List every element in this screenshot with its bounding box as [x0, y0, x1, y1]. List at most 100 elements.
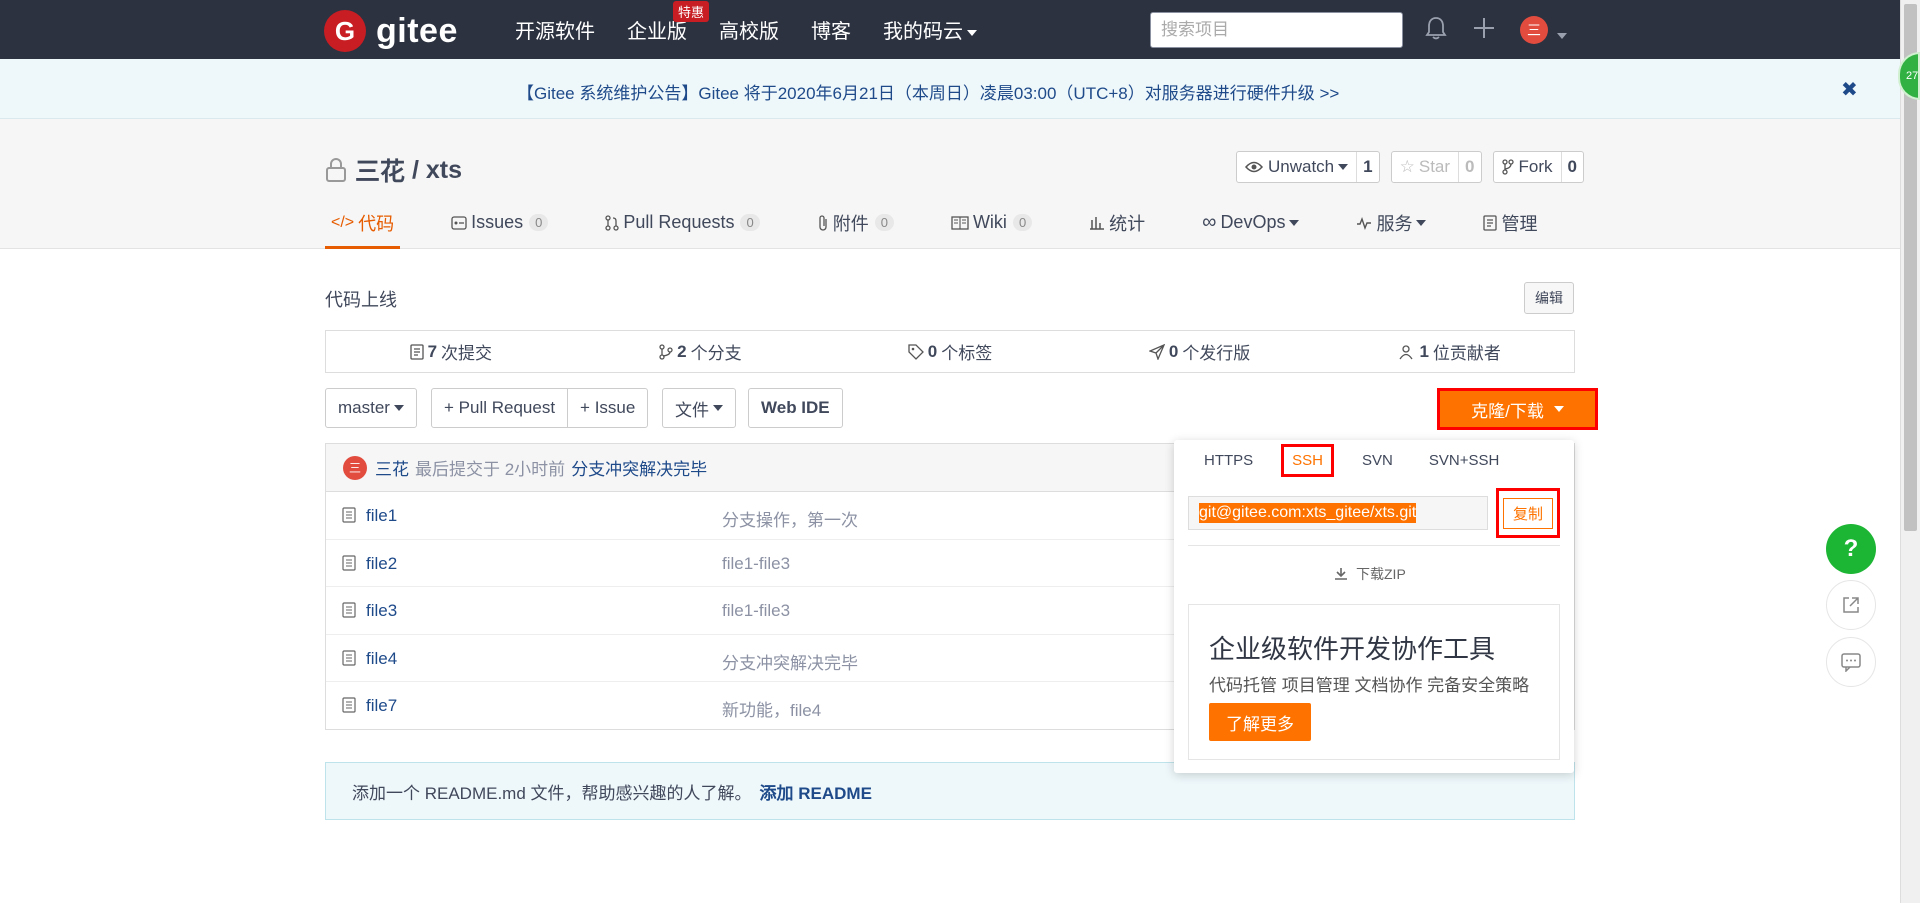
file-name-link[interactable]: file1: [366, 506, 397, 526]
watch-button[interactable]: Unwatch 1: [1236, 151, 1380, 183]
tab-issues-label: Issues: [471, 212, 524, 232]
tab-devops-label: DevOps: [1220, 212, 1286, 232]
search-input[interactable]: [1150, 12, 1403, 48]
chevron-down-icon: [713, 405, 723, 411]
close-icon[interactable]: ✖: [1841, 77, 1858, 102]
file-name-link[interactable]: file7: [366, 696, 397, 716]
settings-document-icon: [1483, 214, 1498, 231]
eye-icon: [1245, 161, 1263, 173]
tab-issues[interactable]: Issues 0: [445, 199, 554, 249]
nav-my-gitee-label: 我的码云: [883, 21, 963, 43]
star-count[interactable]: 0: [1458, 152, 1480, 182]
feedback-button[interactable]: [1826, 637, 1876, 687]
file-commit-message[interactable]: 新功能，file4: [722, 696, 821, 721]
repo-tabs: </> 代码 Issues 0 Pull Requests 0 附件 0 Wik…: [325, 199, 1588, 249]
tab-code[interactable]: </> 代码: [325, 199, 401, 249]
page-scrollbar[interactable]: [1900, 0, 1920, 903]
plus-icon[interactable]: [1472, 16, 1496, 40]
avatar-chevron-down-icon[interactable]: [1553, 25, 1567, 45]
file-commit-message[interactable]: 分支冲突解决完毕: [722, 649, 858, 674]
download-zip-link[interactable]: 下载ZIP: [1334, 564, 1406, 584]
star-label: ☆ Star: [1392, 152, 1458, 182]
commit-message[interactable]: 分支冲突解决完毕: [571, 455, 707, 480]
tab-devops[interactable]: ∞ DevOps: [1196, 199, 1305, 249]
share-button[interactable]: [1826, 580, 1876, 630]
gitee-logo[interactable]: G gitee: [324, 10, 458, 52]
file-commit-message[interactable]: 分支操作，第一次: [722, 506, 858, 531]
file-icon: [342, 554, 356, 571]
fork-count[interactable]: 0: [1560, 152, 1583, 182]
commits-label: 次提交: [441, 344, 493, 363]
attachments-count: 0: [874, 214, 894, 231]
file-icon: [342, 602, 356, 618]
nav-enterprise[interactable]: 企业版 特惠: [627, 1, 709, 44]
gitee-logo-mark: G: [324, 10, 366, 52]
bell-icon[interactable]: [1425, 16, 1447, 40]
watch-count[interactable]: 1: [1356, 152, 1378, 182]
chevron-down-icon: [1338, 164, 1349, 170]
star-text: Star: [1418, 157, 1451, 176]
star-icon: ☆: [1399, 157, 1415, 176]
top-navbar: G gitee 开源软件 企业版 特惠 高校版 博客 我的码云 三: [0, 0, 1900, 59]
tab-https[interactable]: HTTPS: [1196, 447, 1261, 474]
clone-download-button[interactable]: 克隆/下载: [1437, 388, 1598, 430]
new-issue-button[interactable]: + Issue: [567, 389, 647, 427]
file-menu-button[interactable]: 文件: [662, 388, 736, 428]
nav-education[interactable]: 高校版: [719, 15, 779, 44]
announcement-banner: 【Gitee 系统维护公告】Gitee 将于2020年6月21日（本周日）凌晨0…: [0, 59, 1900, 119]
tab-manage-label: 管理: [1501, 213, 1538, 234]
tab-attachments[interactable]: 附件 0: [811, 199, 900, 249]
file-menu-label: 文件: [675, 400, 709, 420]
stat-commits[interactable]: 7 次提交: [326, 331, 576, 372]
file-commit-message[interactable]: file1-file3: [722, 554, 790, 574]
fork-button[interactable]: Fork 0: [1492, 151, 1584, 183]
clone-url-text: git@gitee.com:xts_gitee/xts.git: [1199, 503, 1417, 523]
tab-manage[interactable]: 管理: [1477, 199, 1543, 249]
tab-svn[interactable]: SVN: [1354, 447, 1401, 474]
copy-url-button[interactable]: 复制: [1496, 488, 1560, 538]
tab-pull-requests[interactable]: Pull Requests 0: [599, 199, 765, 249]
tab-code-label: 代码: [358, 213, 395, 234]
stat-contributors[interactable]: 1 位贡献者: [1324, 331, 1574, 372]
dropdown-divider: [1188, 545, 1560, 546]
tab-svn-ssh[interactable]: SVN+SSH: [1421, 447, 1507, 474]
user-avatar[interactable]: 三: [1520, 16, 1548, 44]
clone-protocol-tabs: HTTPS SSH SVN SVN+SSH: [1196, 440, 1527, 480]
edit-description-button[interactable]: 编辑: [1524, 282, 1574, 314]
tab-ssh[interactable]: SSH: [1281, 443, 1335, 477]
file-name-link[interactable]: file2: [366, 554, 397, 574]
paperclip-icon: [817, 214, 829, 232]
repo-owner-link[interactable]: 三花: [355, 152, 405, 188]
announcement-text[interactable]: 【Gitee 系统维护公告】Gitee 将于2020年6月21日（本周日）凌晨0…: [517, 79, 1339, 104]
commit-author-avatar[interactable]: 三: [343, 455, 367, 480]
gitee-logo-text: gitee: [376, 11, 458, 50]
nav-open-source[interactable]: 开源软件: [515, 15, 595, 44]
clone-url-field[interactable]: git@gitee.com:xts_gitee/xts.git: [1188, 496, 1488, 530]
repo-name-link[interactable]: xts: [426, 156, 462, 185]
stat-branches[interactable]: 2 个分支: [576, 331, 826, 372]
file-name-link[interactable]: file4: [366, 649, 397, 669]
nav-my-gitee[interactable]: 我的码云: [883, 15, 977, 44]
web-ide-button[interactable]: Web IDE: [748, 388, 843, 428]
pull-requests-count: 0: [740, 214, 760, 231]
nav-blog[interactable]: 博客: [811, 15, 851, 44]
stat-releases[interactable]: 0 个发行版: [1075, 331, 1325, 372]
file-icon: [342, 649, 356, 666]
commit-author[interactable]: 三花: [375, 455, 409, 480]
new-pull-request-button[interactable]: + Pull Request: [432, 389, 567, 427]
learn-more-button[interactable]: 了解更多: [1209, 703, 1311, 741]
add-readme-link[interactable]: 添加 README: [760, 779, 872, 804]
file-name-link[interactable]: file3: [366, 601, 397, 621]
star-button[interactable]: ☆ Star 0: [1390, 151, 1482, 183]
tab-wiki[interactable]: Wiki 0: [945, 199, 1038, 249]
file-commit-message[interactable]: file1-file3: [722, 601, 790, 621]
chevron-down-icon: [1416, 219, 1427, 226]
bar-chart-icon: [1089, 216, 1105, 230]
tab-services[interactable]: 服务: [1350, 199, 1432, 249]
branch-select[interactable]: master: [325, 388, 417, 428]
stat-tags[interactable]: 0 个标签: [825, 331, 1075, 372]
download-icon: [1334, 567, 1348, 581]
tab-statistics[interactable]: 统计: [1083, 199, 1151, 249]
file-icon: [342, 697, 356, 713]
help-button[interactable]: ?: [1826, 524, 1876, 574]
